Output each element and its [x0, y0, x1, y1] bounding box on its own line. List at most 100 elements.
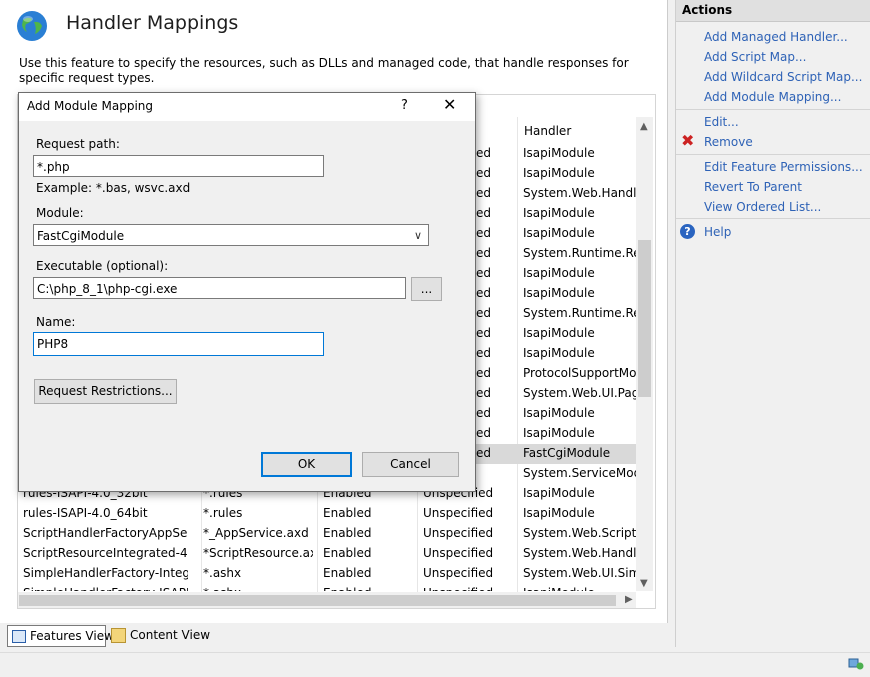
horizontal-scroll-thumb[interactable]: [19, 595, 616, 606]
request-path-label: Request path:: [36, 137, 120, 151]
dialog-help-button[interactable]: ?: [401, 98, 408, 113]
vertical-scroll-thumb[interactable]: [638, 240, 651, 397]
state-cell-partial: ed: [476, 146, 491, 160]
table-cell-path: *ScriptResource.axd: [203, 546, 313, 560]
ok-button[interactable]: OK: [261, 452, 352, 477]
executable-input[interactable]: C:\php_8_1\php-cgi.exe: [33, 277, 406, 299]
state-cell-partial: ed: [476, 446, 491, 460]
handler-cell: IsapiModule: [523, 406, 595, 420]
chevron-down-icon: ∨: [413, 229, 422, 242]
state-cell-partial: ed: [476, 386, 491, 400]
table-cell-state: Enabled: [323, 546, 372, 560]
action-view-ordered-list[interactable]: View Ordered List...: [704, 200, 821, 214]
handler-cell: IsapiModule: [523, 166, 595, 180]
actions-title: Actions: [682, 3, 733, 17]
handler-cell: IsapiModule: [523, 326, 595, 340]
table-cell-name: ScriptHandlerFactoryAppServi...: [23, 526, 188, 540]
table-cell-path: *.ashx: [203, 583, 313, 591]
state-cell-partial: ed: [476, 246, 491, 260]
handler-cell: System.ServiceModel.: [523, 466, 636, 480]
features-view-icon: [12, 630, 26, 643]
state-cell-partial: ed: [476, 406, 491, 420]
browse-button[interactable]: ...: [411, 277, 442, 301]
table-cell-type: Unspecified: [423, 566, 494, 580]
action-revert-to-parent[interactable]: Revert To Parent: [704, 180, 802, 194]
page-description: Use this feature to specify the resource…: [19, 56, 629, 85]
table-cell-path: *.ashx: [203, 566, 242, 580]
action-add-managed-handler[interactable]: Add Managed Handler...: [704, 30, 848, 44]
handler-cell: System.Web.UI.PageH: [523, 386, 636, 400]
request-path-input[interactable]: *.php: [33, 155, 324, 177]
handler-cell: IsapiModule: [523, 146, 595, 160]
column-header-handler[interactable]: Handler: [524, 124, 571, 138]
content-view-icon: [111, 628, 126, 643]
module-value: FastCgiModule: [37, 229, 125, 243]
table-cell-type: Unspecified: [423, 583, 513, 591]
state-cell-partial: ed: [476, 326, 491, 340]
table-cell-path: *.rules: [203, 506, 243, 520]
module-combobox[interactable]: FastCgiModule ∨: [33, 224, 429, 246]
action-add-script-map[interactable]: Add Script Map...: [704, 50, 806, 64]
globe-icon: [16, 10, 48, 42]
state-cell-partial: ed: [476, 306, 491, 320]
table-cell-path: *_AppService.axd: [203, 526, 309, 540]
name-label: Name:: [36, 315, 76, 329]
cancel-button[interactable]: Cancel: [362, 452, 459, 477]
table-cell-handler: IsapiModule: [523, 486, 595, 500]
request-restrictions-button[interactable]: Request Restrictions...: [34, 379, 177, 404]
state-cell-partial: ed: [476, 426, 491, 440]
remove-icon: ✖: [681, 131, 695, 150]
handler-cell: System.Web.Handlers: [523, 186, 636, 200]
handler-cell: ProtocolSupportModu: [523, 366, 636, 380]
table-cell-handler: System.Web.Script.Se: [523, 526, 636, 540]
action-help[interactable]: Help: [704, 225, 731, 239]
table-cell-handler: System.Web.Handlers: [523, 546, 636, 560]
page-title: Handler Mappings: [66, 12, 239, 34]
table-cell-state: Enabled: [323, 506, 372, 520]
action-remove[interactable]: Remove: [704, 135, 753, 149]
state-cell-partial: ed: [476, 186, 491, 200]
table-cell-state: Enabled: [323, 583, 413, 591]
name-input[interactable]: PHP8: [33, 332, 324, 356]
action-edit[interactable]: Edit...: [704, 115, 739, 129]
action-add-wildcard-script-map[interactable]: Add Wildcard Script Map...: [704, 70, 862, 84]
state-cell-partial: ed: [476, 206, 491, 220]
action-add-module-mapping[interactable]: Add Module Mapping...: [704, 90, 841, 104]
state-cell-partial: ed: [476, 346, 491, 360]
scroll-down-icon[interactable]: ▼: [640, 578, 648, 590]
help-icon: ?: [680, 224, 695, 239]
handler-cell: FastCgiModule: [523, 446, 611, 460]
scroll-right-icon[interactable]: ▶: [625, 594, 633, 606]
tab-content-view[interactable]: Content View: [108, 625, 212, 645]
table-cell-type: Unspecified: [423, 506, 494, 520]
handler-cell: System.Runtime.Rem: [523, 246, 636, 260]
handler-cell: IsapiModule: [523, 426, 595, 440]
table-cell-state: Enabled: [323, 566, 372, 580]
network-status-icon: [848, 655, 864, 671]
tab-features-view[interactable]: Features View: [7, 625, 114, 647]
table-cell-handler: IsapiModule: [523, 506, 595, 520]
scroll-up-icon[interactable]: ▲: [640, 121, 648, 133]
action-edit-feature-permissions[interactable]: Edit Feature Permissions...: [704, 160, 863, 174]
table-cell-handler: IsapiModule: [523, 583, 636, 591]
state-cell-partial: ed: [476, 226, 491, 240]
table-cell-name: rules-ISAPI-4.0_64bit: [23, 506, 148, 520]
table-cell-type: Unspecified: [423, 546, 494, 560]
table-cell-handler: System.Web.UI.Simpl: [523, 566, 636, 580]
table-cell-name: SimpleHandlerFactory-ISAPI-4...: [23, 583, 188, 591]
request-path-example: Example: *.bas, wsvc.axd: [36, 181, 191, 195]
handler-cell: IsapiModule: [523, 226, 595, 240]
table-cell-state: Enabled: [323, 526, 372, 540]
state-cell-partial: ed: [476, 286, 491, 300]
handler-cell: IsapiModule: [523, 206, 595, 220]
state-cell-partial: ed: [476, 266, 491, 280]
handler-cell: IsapiModule: [523, 346, 595, 360]
handler-cell: IsapiModule: [523, 266, 595, 280]
handler-cell: IsapiModule: [523, 286, 595, 300]
handler-cell: System.Runtime.Rem: [523, 306, 636, 320]
executable-label: Executable (optional):: [36, 259, 169, 273]
status-bar: [0, 652, 870, 677]
module-label: Module:: [36, 206, 84, 220]
tab-features-label: Features View: [30, 629, 114, 643]
dialog-close-icon[interactable]: ✕: [443, 96, 456, 114]
